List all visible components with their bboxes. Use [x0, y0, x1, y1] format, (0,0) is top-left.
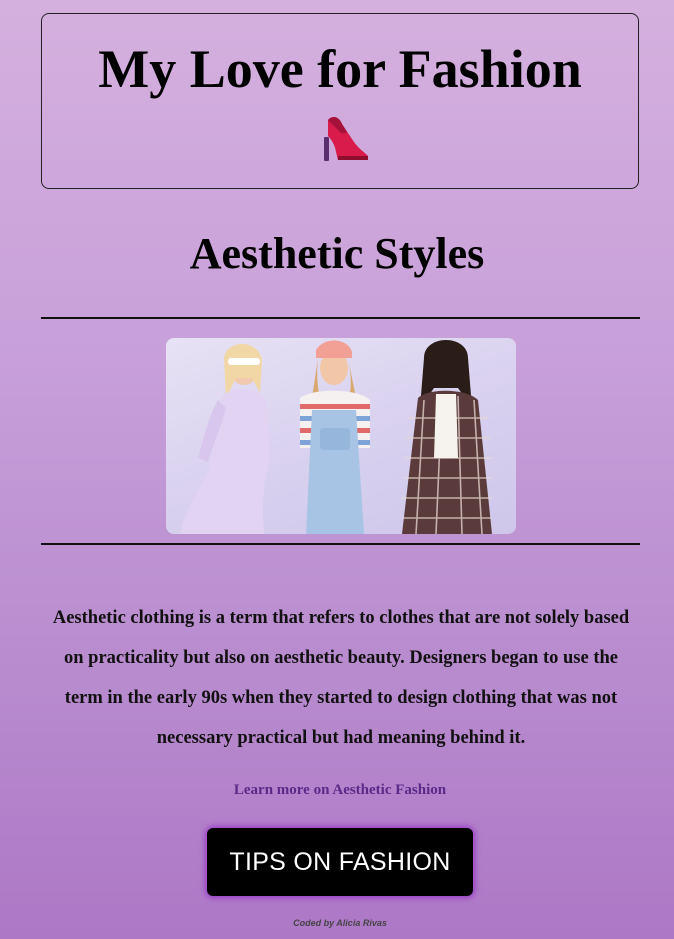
footer-credit: Coded by Alicia Rivas: [293, 918, 387, 928]
aesthetic-description: Aesthetic clothing is a term that refers…: [52, 608, 630, 748]
site-title: My Love for Fashion: [98, 39, 582, 99]
tips-on-fashion-button[interactable]: TIPS ON FASHION: [207, 828, 473, 896]
fashion-photo: [166, 338, 516, 534]
high-heel-shoe-icon: [314, 112, 370, 164]
learn-more-link[interactable]: Learn more on Aesthetic Fashion: [0, 782, 674, 799]
header-box: My Love for Fashion: [41, 13, 639, 189]
divider-bottom: [41, 543, 640, 545]
divider-top: [41, 317, 640, 319]
section-heading: Aesthetic Styles: [189, 229, 485, 278]
